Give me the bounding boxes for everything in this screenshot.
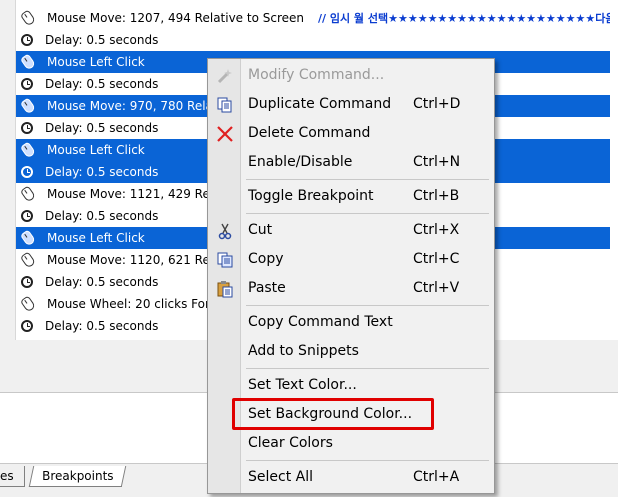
menu-shortcut: Ctrl+C xyxy=(413,251,460,267)
command-text: Delay: 0.5 seconds xyxy=(45,33,159,47)
menu-item-add-to-snippets[interactable]: Add to Snippets xyxy=(208,338,494,366)
tab-breakpoints[interactable]: Breakpoints xyxy=(28,466,127,487)
clock-icon xyxy=(21,166,33,178)
clock-icon xyxy=(21,276,33,288)
mouse-icon xyxy=(19,295,37,313)
menu-item-delete-command[interactable]: Delete Command xyxy=(208,120,494,148)
menu-item-toggle-breakpoint[interactable]: Toggle Breakpoint Ctrl+B xyxy=(208,183,494,211)
wand-icon xyxy=(216,67,234,85)
panel-tabs: es Breakpoints xyxy=(0,466,127,488)
mouse-icon xyxy=(19,53,37,71)
list-item[interactable]: Delay: 0.5 seconds xyxy=(16,29,610,52)
list-gutter xyxy=(0,0,16,340)
menu-label: Modify Command... xyxy=(248,67,385,83)
clock-icon xyxy=(21,210,33,222)
clock-icon xyxy=(21,78,33,90)
clock-icon xyxy=(21,320,33,332)
menu-label: Enable/Disable xyxy=(248,154,353,170)
menu-label: Delete Command xyxy=(248,125,371,141)
menu-item-copy[interactable]: Copy Ctrl+C xyxy=(208,246,494,274)
duplicate-icon xyxy=(216,96,234,114)
menu-label: Toggle Breakpoint xyxy=(248,188,374,204)
paste-icon xyxy=(216,280,234,298)
menu-item-set-text-color[interactable]: Set Text Color... xyxy=(208,372,494,400)
tab-breakpoints-label: Breakpoints xyxy=(42,469,114,483)
menu-shortcut: Ctrl+N xyxy=(413,154,461,170)
menu-item-clear-colors[interactable]: Clear Colors xyxy=(208,430,494,458)
menu-label: Paste xyxy=(248,280,286,296)
delete-x-icon xyxy=(216,125,234,143)
menu-separator xyxy=(246,460,489,461)
menu-separator xyxy=(246,213,489,214)
menu-separator xyxy=(246,368,489,369)
tab-partial-label: es xyxy=(0,469,14,483)
command-text: Delay: 0.5 seconds xyxy=(45,121,159,135)
copy-icon xyxy=(216,251,234,269)
clock-icon xyxy=(21,34,33,46)
tab-partial[interactable]: es xyxy=(0,466,25,487)
menu-label: Select All xyxy=(248,469,313,485)
mouse-icon xyxy=(19,251,37,269)
command-text: Mouse Left Click xyxy=(47,55,145,69)
menu-item-duplicate-command[interactable]: Duplicate Command Ctrl+D xyxy=(208,91,494,119)
menu-item-enable-disable[interactable]: Enable/Disable Ctrl+N xyxy=(208,149,494,177)
mouse-icon xyxy=(19,185,37,203)
menu-item-copy-command-text[interactable]: Copy Command Text xyxy=(208,309,494,337)
menu-label: Clear Colors xyxy=(248,435,333,451)
command-comment: // 임시 월 선택★★★★★★★★★★★★★★★★★★★★★다음달 xyxy=(318,12,610,25)
menu-label: Add to Snippets xyxy=(248,343,359,359)
menu-item-paste[interactable]: Paste Ctrl+V xyxy=(208,275,494,303)
menu-shortcut: Ctrl+D xyxy=(413,96,461,112)
command-text: Mouse Move: 1207, 494 Relative to Screen xyxy=(47,11,304,25)
scissors-icon xyxy=(216,222,234,240)
command-text: Delay: 0.5 seconds xyxy=(45,319,159,333)
menu-item-cut[interactable]: Cut Ctrl+X xyxy=(208,217,494,245)
menu-label: Cut xyxy=(248,222,273,238)
command-text: Mouse Left Click xyxy=(47,231,145,245)
menu-separator xyxy=(246,179,489,180)
menu-shortcut: Ctrl+V xyxy=(413,280,460,296)
menu-separator xyxy=(246,305,489,306)
command-text: Delay: 0.5 seconds xyxy=(45,77,159,91)
command-text: Mouse Left Click xyxy=(47,143,145,157)
menu-label: Copy xyxy=(248,251,284,267)
command-text: Delay: 0.5 seconds xyxy=(45,275,159,289)
command-text: Delay: 0.5 seconds xyxy=(45,209,159,223)
menu-label: Duplicate Command xyxy=(248,96,392,112)
mouse-icon xyxy=(19,9,37,27)
mouse-icon xyxy=(19,97,37,115)
annotation-highlight-box xyxy=(232,398,434,430)
menu-item-modify-command[interactable]: Modify Command... xyxy=(208,62,494,90)
command-text: Delay: 0.5 seconds xyxy=(45,165,159,179)
menu-shortcut: Ctrl+B xyxy=(413,188,460,204)
menu-shortcut: Ctrl+X xyxy=(413,222,460,238)
clock-icon xyxy=(21,122,33,134)
menu-label: Set Text Color... xyxy=(248,377,357,393)
menu-shortcut: Ctrl+A xyxy=(413,469,460,485)
mouse-icon xyxy=(19,229,37,247)
menu-label: Copy Command Text xyxy=(248,314,393,330)
menu-item-select-all[interactable]: Select All Ctrl+A xyxy=(208,464,494,492)
mouse-icon xyxy=(19,141,37,159)
list-item[interactable]: Mouse Move: 1207, 494 Relative to Screen… xyxy=(16,7,610,29)
